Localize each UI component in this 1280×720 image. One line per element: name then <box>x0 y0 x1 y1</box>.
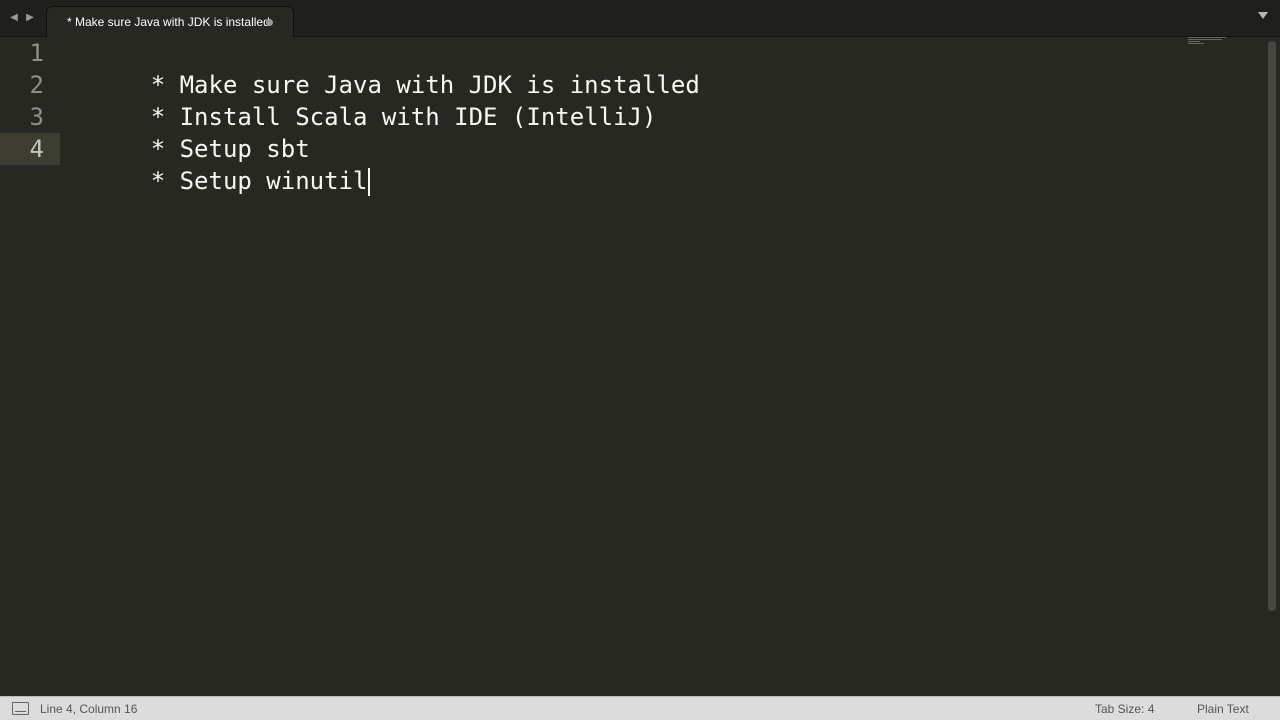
code-line[interactable]: * Setup winutil <box>64 133 371 196</box>
code-line-text: * Setup winutil <box>150 167 368 195</box>
code-line[interactable]: * Setup sbt <box>64 101 310 163</box>
triangle-down-icon[interactable] <box>1258 12 1268 19</box>
minimap-line <box>1188 43 1204 44</box>
line-number: 3 <box>29 103 44 131</box>
minimap-line <box>1188 41 1200 42</box>
tab-bar: ◀ ▶ * Make sure Java with JDK is install… <box>0 0 1280 37</box>
tab-title: * Make sure Java with JDK is installed <box>67 15 270 29</box>
cursor-position: Line 4, Column 16 <box>40 702 138 716</box>
caret-left-icon[interactable]: ◀ <box>8 10 20 26</box>
minimap-line <box>1188 39 1222 40</box>
code-line[interactable]: * Make sure Java with JDK is installed <box>64 37 700 99</box>
dot-icon[interactable] <box>266 19 273 26</box>
console-icon[interactable] <box>12 702 29 715</box>
caret-right-icon[interactable]: ▶ <box>24 10 36 26</box>
syntax-selector[interactable]: Plain Text <box>1197 702 1249 716</box>
code-line[interactable]: * Install Scala with IDE (IntelliJ) <box>64 69 657 131</box>
vertical-scrollbar[interactable] <box>1268 41 1276 611</box>
tab-size-selector[interactable]: Tab Size: 4 <box>1095 702 1154 716</box>
status-bar: Line 4, Column 16 Tab Size: 4 Plain Text <box>0 696 1280 720</box>
tab-nav-arrows: ◀ ▶ <box>8 10 36 26</box>
minimap[interactable] <box>1188 37 1228 45</box>
editor-area[interactable]: 1 2 3 4 * Make sure Java with JDK is ins… <box>0 37 1280 696</box>
line-number-gutter: 1 2 3 4 <box>0 37 60 696</box>
text-caret <box>368 168 371 196</box>
code-text-area[interactable]: * Make sure Java with JDK is installed *… <box>64 37 1260 696</box>
line-number: 1 <box>29 39 44 67</box>
line-number: 2 <box>29 71 44 99</box>
line-number: 4 <box>29 135 44 163</box>
minimap-line <box>1188 37 1226 38</box>
tab-active-file[interactable]: * Make sure Java with JDK is installed <box>46 6 294 37</box>
